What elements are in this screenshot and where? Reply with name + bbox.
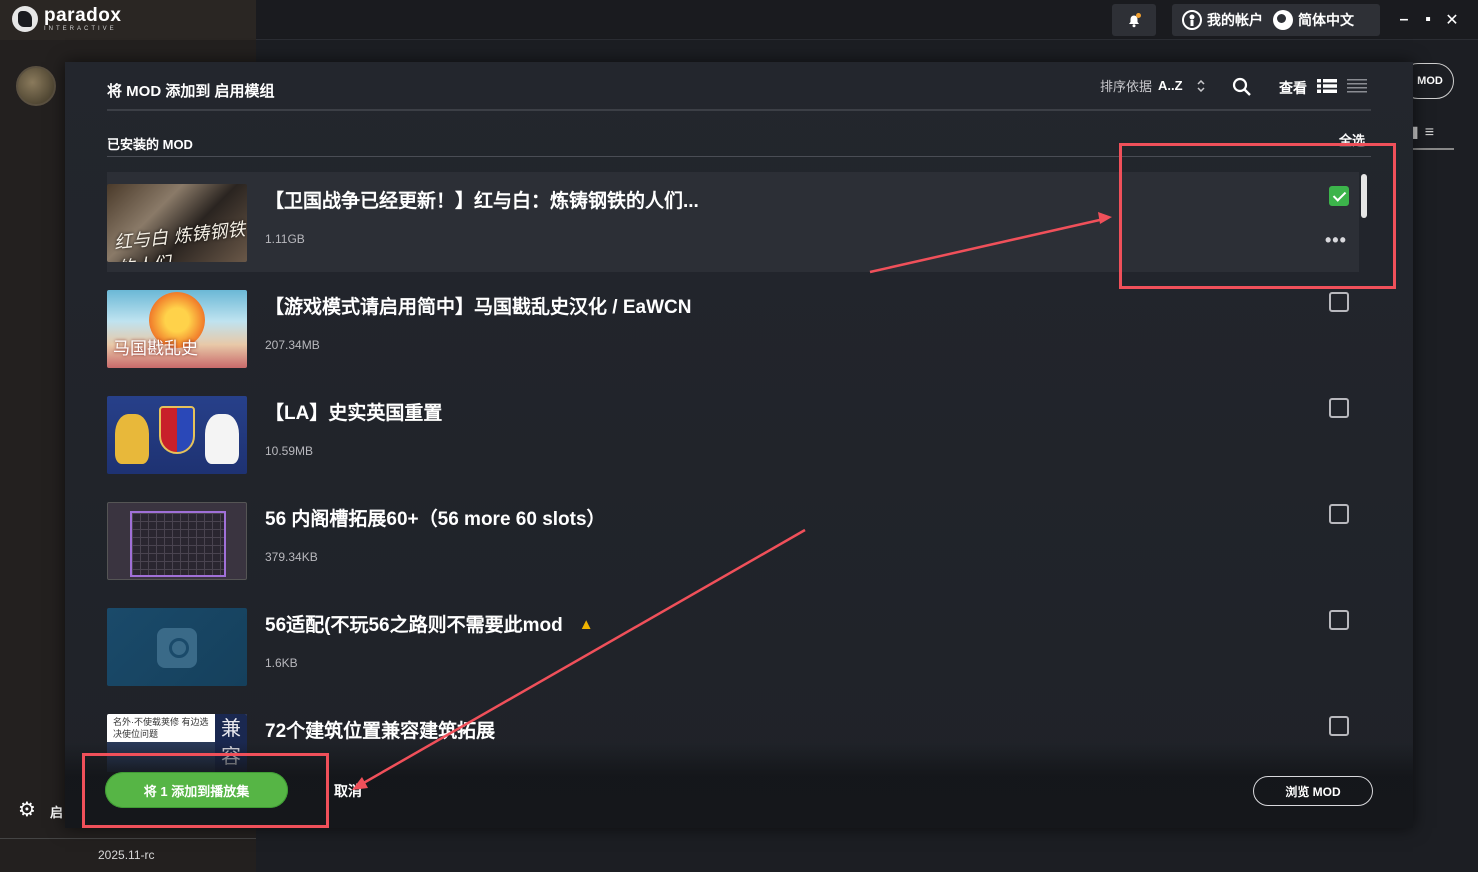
sort-label: 排序依据 bbox=[1100, 79, 1153, 94]
sort-value: A..Z bbox=[1158, 78, 1183, 93]
sidebar-divider bbox=[0, 838, 256, 839]
list-item[interactable]: 【LA】史实英国重置 10.59MB bbox=[107, 384, 1359, 484]
window-controls: – ▪ ✕ bbox=[1392, 8, 1464, 32]
title-bar: paradox INTERACTIVE 我的帐户 简体中文 – ▪ ✕ bbox=[0, 0, 1478, 40]
list-view-icon[interactable] bbox=[1317, 79, 1337, 93]
mod-thumbnail: 马国戡乱史 bbox=[107, 290, 247, 368]
logo-word: paradox bbox=[44, 5, 122, 26]
warning-icon: ▲ bbox=[578, 616, 594, 633]
account-language-group: 我的帐户 简体中文 bbox=[1172, 4, 1380, 36]
mod-title: 【游戏模式请启用简中】马国戡乱史汉化 / EaWCN bbox=[265, 297, 692, 318]
thumbnail-text: 马国戡乱史 bbox=[113, 339, 198, 359]
mod-thumbnail: 红与白 炼铸钢铁的人们 bbox=[107, 184, 247, 262]
mod-checkbox[interactable] bbox=[1329, 716, 1349, 736]
mod-title: 56适配(不玩56之路则不需要此mod ▲ bbox=[265, 615, 594, 636]
language-label: 简体中文 bbox=[1298, 12, 1354, 28]
mod-checkbox[interactable] bbox=[1329, 504, 1349, 524]
section-label: 已安装的 MOD bbox=[107, 137, 193, 152]
launch-label: 启 bbox=[50, 805, 64, 820]
minimize-icon[interactable]: – bbox=[1392, 8, 1416, 32]
annotation-box-checkbox bbox=[1119, 143, 1396, 289]
mod-size: 10.59MB bbox=[265, 444, 314, 458]
mod-title: 【卫国战争已经更新！】红与白：炼铸钢铁的人们... bbox=[265, 191, 699, 212]
notification-button[interactable] bbox=[1112, 4, 1156, 36]
mod-checkbox[interactable] bbox=[1329, 398, 1349, 418]
view-label: 查看 bbox=[1279, 80, 1307, 96]
mod-thumbnail bbox=[107, 608, 247, 686]
mod-size: 207.34MB bbox=[265, 338, 320, 352]
mod-title: 【LA】史实英国重置 bbox=[265, 403, 443, 424]
version-label: 2025.11-rc bbox=[98, 848, 155, 862]
behind-divider bbox=[1412, 148, 1454, 150]
mod-checkbox[interactable] bbox=[1329, 292, 1349, 312]
avatar[interactable] bbox=[16, 66, 56, 106]
list-item[interactable]: 56 内阁槽拓展60+（56 more 60 slots） 379.34KB bbox=[107, 490, 1359, 590]
list-item[interactable]: 马国戡乱史 【游戏模式请启用简中】马国戡乱史汉化 / EaWCN 207.34M… bbox=[107, 278, 1359, 378]
mod-thumbnail bbox=[107, 396, 247, 474]
mod-size: 1.6KB bbox=[265, 656, 298, 670]
account-label: 我的帐户 bbox=[1207, 12, 1263, 28]
behind-view-icons: ▮≡ bbox=[1410, 124, 1441, 141]
thumbnail-text: 红与白 炼铸钢铁的人们 bbox=[113, 219, 247, 262]
header-divider bbox=[107, 109, 1371, 111]
language-button[interactable]: 简体中文 bbox=[1273, 10, 1354, 30]
mod-checkbox[interactable] bbox=[1329, 610, 1349, 630]
mod-size: 379.34KB bbox=[265, 550, 318, 564]
notification-bell-icon bbox=[1129, 13, 1141, 28]
sort-arrows-icon bbox=[1197, 79, 1205, 92]
sort-control[interactable]: 排序依据 A..Z bbox=[1100, 76, 1205, 95]
annotation-box-add-button bbox=[82, 753, 329, 828]
account-button[interactable]: 我的帐户 bbox=[1182, 10, 1263, 30]
modal-title: 将 MOD 添加到 启用模组 bbox=[107, 83, 275, 100]
cancel-button[interactable]: 取消 bbox=[334, 781, 362, 801]
list-item[interactable]: 56适配(不玩56之路则不需要此mod ▲ 1.6KB bbox=[107, 596, 1359, 696]
mod-size: 1.11GB bbox=[265, 232, 305, 246]
thumbnail-text: 名外·不使载荚修 有边选决使位问题 bbox=[113, 717, 209, 739]
steam-icon bbox=[157, 628, 197, 668]
maximize-icon[interactable]: ▪ bbox=[1416, 8, 1440, 32]
close-icon[interactable]: ✕ bbox=[1440, 8, 1464, 32]
search-icon[interactable] bbox=[1231, 76, 1253, 98]
launcher-window: paradox INTERACTIVE 我的帐户 简体中文 – ▪ ✕ MOD … bbox=[0, 0, 1478, 872]
paradox-logo-icon bbox=[12, 6, 38, 32]
mod-title: 72个建筑位置兼容建筑拓展 bbox=[265, 721, 496, 742]
mod-title: 56 内阁槽拓展60+（56 more 60 slots） bbox=[265, 509, 606, 530]
gear-icon[interactable]: ⚙ bbox=[18, 800, 38, 820]
paradox-logo: paradox INTERACTIVE bbox=[12, 6, 121, 32]
compact-view-icon[interactable] bbox=[1347, 79, 1367, 93]
account-icon bbox=[1182, 10, 1202, 30]
globe-icon bbox=[1273, 10, 1293, 30]
logo-sub: INTERACTIVE bbox=[44, 26, 117, 32]
browse-mods-button[interactable]: 浏览 MOD bbox=[1253, 776, 1373, 806]
mod-thumbnail bbox=[107, 502, 247, 580]
